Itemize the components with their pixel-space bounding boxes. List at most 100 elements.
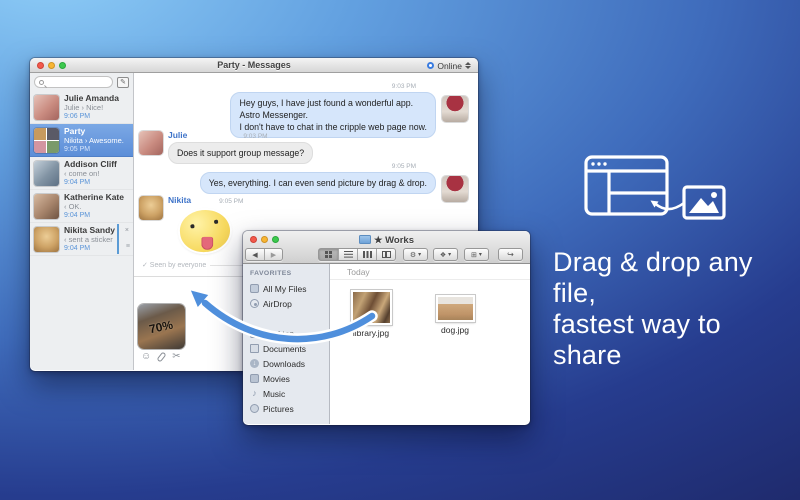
pictures-icon bbox=[250, 404, 259, 413]
avatar bbox=[34, 194, 59, 219]
messages-titlebar[interactable]: Party - Messages Online bbox=[30, 58, 478, 73]
nav-buttons: ◀ ▶ bbox=[245, 248, 283, 261]
dropbox-icon: ❖ bbox=[440, 251, 446, 259]
conversation-item-addison-cliff[interactable]: Addison Cliff ‹ come on! 9:04 PM bbox=[30, 157, 133, 190]
conversation-name: Nikita Sandy bbox=[64, 225, 115, 235]
arrange-menu-button[interactable]: ⊞ ▾ bbox=[464, 248, 489, 261]
online-status-selector[interactable]: Online bbox=[427, 58, 471, 73]
zoom-button[interactable] bbox=[59, 62, 66, 69]
forward-button[interactable]: ▶ bbox=[264, 249, 282, 260]
avatar bbox=[442, 96, 468, 122]
search-input[interactable] bbox=[34, 76, 113, 88]
movies-icon bbox=[250, 374, 259, 383]
group-divider bbox=[330, 279, 530, 280]
conversation-sidebar: ✎ Julie Amanda Julie › Nice! 9:06 PM bbox=[30, 73, 134, 370]
folder-icon bbox=[359, 235, 371, 244]
close-button[interactable] bbox=[37, 62, 44, 69]
sidebar-item-pictures[interactable]: Pictures bbox=[243, 401, 329, 416]
desktop-background: Party - Messages Online ✎ Julie Aman bbox=[0, 0, 800, 500]
finder-titlebar[interactable]: ★ Works ◀ ▶ ⚙ ▾ ❖ bbox=[243, 231, 530, 264]
column-view-button[interactable] bbox=[357, 249, 376, 260]
window-title: Party - Messages bbox=[30, 60, 478, 70]
conversation-item-nikita-sandy[interactable]: Nikita Sandy ‹ sent a sticker 9:04 PM × … bbox=[30, 223, 133, 256]
view-mode-control bbox=[318, 248, 396, 261]
conversation-preview: ‹ come on! bbox=[64, 169, 117, 178]
conversation-name: Julie Amanda bbox=[64, 93, 119, 103]
sidebar-item-obscured bbox=[243, 311, 329, 326]
sidebar-item-music[interactable]: ♪ Music bbox=[243, 386, 329, 401]
conversation-item-katherine-kate[interactable]: Katherine Kate ‹ OK. 9:04 PM bbox=[30, 190, 133, 223]
attach-button[interactable] bbox=[157, 352, 167, 363]
conversation-item-party[interactable]: Party Nikita › Awesome. 9:05 PM bbox=[30, 124, 133, 157]
icon-view-button[interactable] bbox=[319, 249, 338, 260]
chevron-down-icon: ▾ bbox=[418, 251, 421, 258]
downloads-icon: ↓ bbox=[250, 359, 259, 368]
promo-panel: Drag & drop any file, fastest way to sha… bbox=[545, 150, 795, 371]
finder-window: ★ Works ◀ ▶ ⚙ ▾ ❖ bbox=[243, 231, 530, 425]
music-note-icon: ♪ bbox=[250, 389, 259, 398]
avatar bbox=[442, 176, 468, 202]
sender-name: Nikita bbox=[168, 195, 191, 205]
image-thumbnail bbox=[351, 290, 392, 325]
airdrop-icon bbox=[250, 299, 259, 308]
sidebar-item-all-my-files[interactable]: All My Files bbox=[243, 281, 329, 296]
message-bubble: Does it support group message? bbox=[168, 142, 313, 164]
sidebar-item-airdrop[interactable]: AirDrop bbox=[243, 296, 329, 311]
message-incoming-nikita: Nikita 9:05 PM bbox=[139, 195, 243, 252]
conversation-name: Party bbox=[64, 126, 124, 136]
image-thumbnail bbox=[436, 295, 475, 322]
chevron-down-icon: ▾ bbox=[479, 251, 482, 258]
message-time: 9:05 PM bbox=[219, 198, 243, 205]
online-status-label: Online bbox=[437, 61, 462, 71]
conversation-name: Addison Cliff bbox=[64, 159, 117, 169]
list-handle-icon[interactable]: ≡ bbox=[126, 243, 130, 250]
file-library-jpg[interactable]: library.jpg bbox=[348, 290, 394, 338]
avatar bbox=[139, 131, 163, 155]
tongue-out-sticker bbox=[178, 208, 232, 255]
file-name: library.jpg bbox=[353, 328, 389, 338]
conversation-preview: ‹ sent a sticker bbox=[64, 235, 115, 244]
promo-line-1: Drag & drop any file, bbox=[553, 247, 795, 309]
scissors-button[interactable]: ✂ bbox=[172, 352, 180, 362]
compose-button[interactable]: ✎ bbox=[117, 77, 129, 88]
close-conversation-icon[interactable]: × bbox=[125, 227, 129, 234]
finder-sidebar: FAVORITES All My Files AirDrop Desktop D… bbox=[243, 264, 330, 424]
dropbox-menu-button[interactable]: ❖ ▾ bbox=[433, 248, 458, 261]
sidebar-item-downloads[interactable]: ↓ Downloads bbox=[243, 356, 329, 371]
sidebar-item-documents[interactable]: Documents bbox=[243, 341, 329, 356]
sidebar-item-movies[interactable]: Movies bbox=[243, 371, 329, 386]
traffic-lights bbox=[37, 62, 66, 69]
search-icon bbox=[39, 80, 44, 85]
conversation-item-julie-amanda[interactable]: Julie Amanda Julie › Nice! 9:06 PM bbox=[30, 91, 133, 124]
upload-thumbnail: 70% bbox=[138, 304, 185, 349]
message-time: 9:03 PM bbox=[392, 83, 416, 90]
share-button[interactable]: ↪ bbox=[498, 248, 523, 261]
conversation-preview: ‹ OK. bbox=[64, 202, 124, 211]
coverflow-view-button[interactable] bbox=[376, 249, 395, 260]
action-menu-button[interactable]: ⚙ ▾ bbox=[403, 248, 428, 261]
finder-content: Today library.jpg dog.jpg bbox=[330, 264, 530, 424]
conversation-time: 9:06 PM bbox=[64, 112, 119, 121]
list-view-button[interactable] bbox=[338, 249, 357, 260]
avatar bbox=[34, 227, 59, 252]
drag-highlight-bar bbox=[117, 224, 119, 254]
conversation-time: 9:04 PM bbox=[64, 244, 115, 253]
promo-line-2: fastest way to share bbox=[553, 309, 795, 371]
file-dog-jpg[interactable]: dog.jpg bbox=[432, 295, 478, 335]
documents-icon bbox=[250, 344, 259, 353]
emoji-button[interactable]: ☺ bbox=[141, 352, 151, 362]
sidebar-item-desktop[interactable]: Desktop bbox=[243, 326, 329, 341]
minimize-button[interactable] bbox=[48, 62, 55, 69]
drag-drop-illustration-icon bbox=[578, 150, 738, 225]
conversation-preview: Nikita › Awesome. bbox=[64, 136, 124, 145]
favorites-header: FAVORITES bbox=[250, 270, 329, 277]
share-icon: ↪ bbox=[507, 250, 514, 259]
gear-icon: ⚙ bbox=[410, 251, 416, 259]
desktop-icon bbox=[250, 329, 259, 338]
status-dropdown-arrows-icon bbox=[465, 62, 471, 69]
conversation-preview: Julie › Nice! bbox=[64, 103, 119, 112]
arrange-grid-icon: ⊞ bbox=[471, 251, 477, 259]
back-button[interactable]: ◀ bbox=[246, 249, 264, 260]
seen-label: ✓ Seen by everyone bbox=[142, 261, 206, 269]
group-header: Today bbox=[347, 267, 370, 277]
